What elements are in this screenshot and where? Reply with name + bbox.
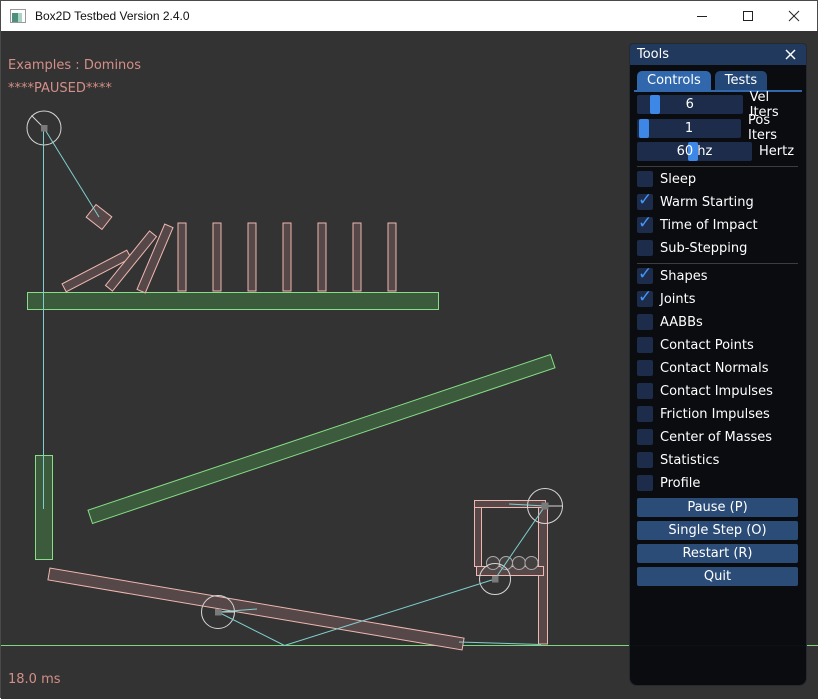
minimize-button[interactable] xyxy=(679,1,725,31)
domino-upright xyxy=(318,223,326,291)
pause-button[interactable]: Pause (P) xyxy=(637,498,798,517)
single-step-button[interactable]: Single Step (O) xyxy=(637,521,798,540)
domino-platform xyxy=(28,293,439,310)
simulation-viewport: Examples : Dominos ****PAUSED**** 18.0 m… xyxy=(1,31,818,699)
tools-panel: Tools Controls Tests 6 Vel Iters xyxy=(629,43,807,686)
domino-upright xyxy=(388,223,396,291)
example-label: Examples : Dominos xyxy=(8,58,141,73)
checkbox-row-sub-stepping[interactable]: Sub-Stepping xyxy=(637,240,798,256)
tools-panel-close-button[interactable] xyxy=(783,47,798,62)
checkbox-contact-points[interactable] xyxy=(637,337,653,353)
hertz-row: 60 hz Hertz xyxy=(637,142,798,161)
checkbox-label: Warm Starting xyxy=(660,195,754,210)
checkbox-label: Sleep xyxy=(660,172,696,187)
checkbox-row-sleep[interactable]: Sleep xyxy=(637,171,798,187)
joint-anchors xyxy=(41,125,549,616)
domino-upright xyxy=(353,223,361,291)
checkbox-label: Statistics xyxy=(660,453,719,468)
ball xyxy=(487,557,500,570)
vel-iters-value: 6 xyxy=(637,95,743,114)
checkbox-label: Shapes xyxy=(660,269,707,284)
hertz-slider[interactable]: 60 hz xyxy=(637,142,752,161)
checkbox-row-contact-points[interactable]: Contact Points xyxy=(637,337,798,353)
close-button[interactable] xyxy=(771,1,817,31)
dominos xyxy=(62,223,396,293)
domino-upright xyxy=(213,223,221,291)
checkbox-row-contact-normals[interactable]: Contact Normals xyxy=(637,360,798,376)
checkbox-row-contact-impulses[interactable]: Contact Impulses xyxy=(637,383,798,399)
ball xyxy=(525,557,538,570)
separator xyxy=(637,166,798,167)
tab-controls[interactable]: Controls xyxy=(637,71,711,90)
checkbox-time-of-impact[interactable] xyxy=(637,217,653,233)
app-window: Box2D Testbed Version 2.4.0 xyxy=(0,0,818,698)
hertz-value: 60 hz xyxy=(637,142,752,161)
tools-panel-titlebar[interactable]: Tools xyxy=(630,44,806,65)
checkbox-joints[interactable] xyxy=(637,291,653,307)
pos-iters-label: Pos Iters xyxy=(748,113,798,143)
checkbox-row-warm-starting[interactable]: Warm Starting xyxy=(637,194,798,210)
domino-upright xyxy=(248,223,256,291)
maximize-button[interactable] xyxy=(725,1,771,31)
ball xyxy=(513,557,526,570)
close-icon xyxy=(788,10,800,22)
checkbox-row-friction-impulses[interactable]: Friction Impulses xyxy=(637,406,798,422)
checkbox-profile[interactable] xyxy=(637,475,653,491)
checkbox-contact-normals[interactable] xyxy=(637,360,653,376)
checkbox-label: Friction Impulses xyxy=(660,407,770,422)
minimize-icon xyxy=(696,10,708,22)
domino-upright xyxy=(178,223,186,291)
checkbox-row-time-of-impact[interactable]: Time of Impact xyxy=(637,217,798,233)
window-titlebar: Box2D Testbed Version 2.4.0 xyxy=(1,1,817,31)
checkbox-center-of-masses[interactable] xyxy=(637,429,653,445)
separator xyxy=(637,263,798,264)
checkbox-label: Joints xyxy=(660,292,696,307)
checkbox-label: AABBs xyxy=(660,315,703,330)
tools-panel-title: Tools xyxy=(637,47,783,62)
checkbox-label: Profile xyxy=(660,476,700,491)
tilted-ramp xyxy=(88,355,555,524)
checkbox-row-joints[interactable]: Joints xyxy=(637,291,798,307)
domino-upright xyxy=(283,223,291,291)
checkbox-sub-stepping[interactable] xyxy=(637,240,653,256)
app-icon xyxy=(10,9,26,23)
domino-leaning xyxy=(137,224,173,293)
checkbox-label: Contact Impulses xyxy=(660,384,773,399)
paused-label: ****PAUSED**** xyxy=(8,81,112,96)
maximize-icon xyxy=(742,10,754,22)
checkbox-shapes[interactable] xyxy=(637,268,653,284)
checkbox-row-shapes[interactable]: Shapes xyxy=(637,268,798,284)
pos-iters-slider[interactable]: 1 xyxy=(637,119,741,138)
pivot-circles xyxy=(27,111,563,629)
checkbox-label: Contact Points xyxy=(660,338,754,353)
restart-button[interactable]: Restart (R) xyxy=(637,544,798,563)
frame-time-label: 18.0 ms xyxy=(8,672,61,687)
pos-iters-value: 1 xyxy=(637,119,741,138)
checkbox-row-profile[interactable]: Profile xyxy=(637,475,798,491)
tab-tests[interactable]: Tests xyxy=(715,71,767,90)
checkbox-label: Contact Normals xyxy=(660,361,769,376)
cart-structure xyxy=(475,501,548,645)
vel-iters-slider[interactable]: 6 xyxy=(637,95,743,114)
checkbox-label: Time of Impact xyxy=(660,218,758,233)
checkbox-friction-impulses[interactable] xyxy=(637,406,653,422)
checkbox-row-aabbs[interactable]: AABBs xyxy=(637,314,798,330)
checkbox-label: Center of Masses xyxy=(660,430,772,445)
checkbox-sleep[interactable] xyxy=(637,171,653,187)
checkbox-contact-impulses[interactable] xyxy=(637,383,653,399)
checkbox-row-statistics[interactable]: Statistics xyxy=(637,452,798,468)
hertz-label: Hertz xyxy=(759,144,794,159)
tab-bar: Controls Tests xyxy=(637,71,806,90)
checkbox-statistics[interactable] xyxy=(637,452,653,468)
pos-iters-row: 1 Pos Iters xyxy=(637,119,798,138)
checkbox-aabbs[interactable] xyxy=(637,314,653,330)
checkbox-row-center-of-masses[interactable]: Center of Masses xyxy=(637,429,798,445)
vel-iters-row: 6 Vel Iters xyxy=(637,95,798,114)
checkbox-warm-starting[interactable] xyxy=(637,194,653,210)
quit-button[interactable]: Quit xyxy=(637,567,798,586)
frame-left-post xyxy=(475,508,482,567)
checkbox-label: Sub-Stepping xyxy=(660,241,747,256)
window-title: Box2D Testbed Version 2.4.0 xyxy=(35,9,190,23)
close-icon xyxy=(785,49,796,60)
